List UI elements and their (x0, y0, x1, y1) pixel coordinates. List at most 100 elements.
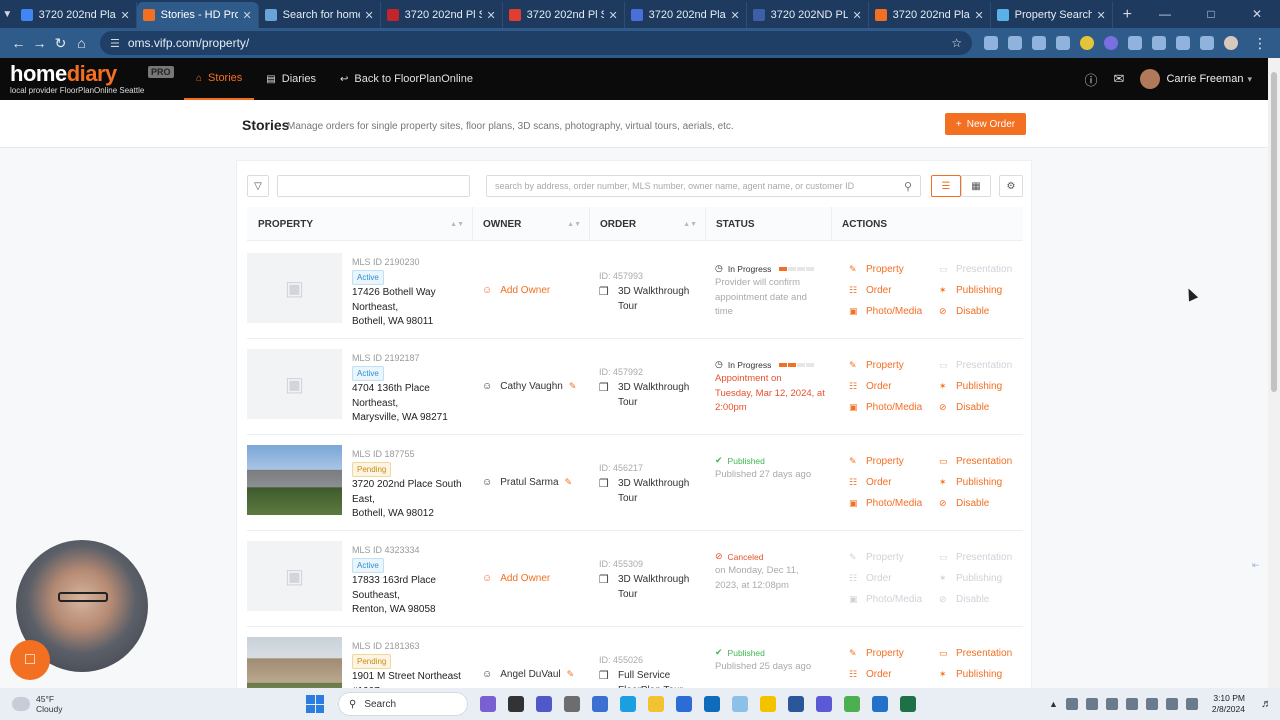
app-icon[interactable] (816, 696, 832, 712)
browser-tab[interactable]: 3720 202nd Place Sou✕ (869, 2, 991, 28)
edit-pencil-icon[interactable]: ✎ (565, 477, 573, 488)
publishing-action[interactable]: ✶ Publishing (939, 669, 1002, 680)
grid-view-button[interactable]: ▦ (961, 175, 991, 197)
photo-media-action[interactable]: ▣ Photo/Media (849, 498, 922, 509)
browser-tab[interactable]: 3720 202nd Place Se✕ (625, 2, 747, 28)
mail-icon[interactable] (704, 696, 720, 712)
publishing-action[interactable]: ✶ Publishing (939, 381, 1002, 392)
property-address[interactable]: 3720 202nd Place South East, Bothell, WA… (352, 478, 467, 522)
edit-pencil-icon[interactable]: ✎ (569, 381, 577, 392)
tray-chevron-icon[interactable]: ▲ (1049, 699, 1058, 709)
download-icon[interactable] (1176, 36, 1190, 50)
excel-icon[interactable] (900, 696, 916, 712)
word-icon[interactable] (788, 696, 804, 712)
volume-icon[interactable] (1185, 698, 1198, 710)
back-arrow-icon[interactable]: ← (8, 35, 29, 51)
weather-widget[interactable]: 45°F Cloudy (0, 694, 200, 714)
property-address[interactable]: 17426 Bothell Way Northeast, Bothell, WA… (352, 286, 467, 330)
tray-app-icon[interactable] (1065, 698, 1078, 710)
column-header-property[interactable]: PROPERTY ▲▼ (258, 207, 472, 241)
browser-tab[interactable]: 3720 202nd Pl SE, Bo✕ (503, 2, 625, 28)
tab-close-icon[interactable]: ✕ (608, 9, 617, 22)
chat-widget-button[interactable]: □ (10, 640, 50, 680)
photo-media-action[interactable]: ▣ Photo/Media (849, 402, 922, 413)
wifi-icon[interactable] (1165, 698, 1178, 710)
extensions-puzzle-icon[interactable] (1128, 36, 1142, 50)
windows-start-icon[interactable] (306, 695, 324, 713)
presentation-action[interactable]: ▭ Presentation (939, 552, 1012, 563)
property-address[interactable]: 4704 136th Place Northeast, Marysville, … (352, 382, 467, 426)
property-action[interactable]: ✎ Property (849, 456, 904, 467)
publishing-action[interactable]: ✶ Publishing (939, 573, 1002, 584)
publishing-action[interactable]: ✶ Publishing (939, 477, 1002, 488)
extension-gear-icon[interactable] (1104, 36, 1118, 50)
maximize-icon[interactable]: □ (1188, 7, 1234, 21)
extension-zillow-icon[interactable] (1008, 36, 1022, 50)
photos-icon[interactable] (732, 696, 748, 712)
reload-icon[interactable]: ↻ (50, 35, 71, 52)
presentation-action[interactable]: ▭ Presentation (939, 264, 1012, 275)
list-view-button[interactable]: ☰ (931, 175, 961, 197)
task-view-icon[interactable] (508, 696, 524, 712)
property-address[interactable]: 17833 163rd Place Southeast, Renton, WA … (352, 574, 467, 618)
tray-app-icon[interactable] (1085, 698, 1098, 710)
clock[interactable]: 3:10 PM 2/8/2024 (1212, 693, 1245, 715)
tab-list-chevron-icon[interactable]: ▼ (0, 0, 15, 28)
calculator-icon[interactable] (564, 696, 580, 712)
chrome-icon[interactable] (844, 696, 860, 712)
extension-pen-icon[interactable] (984, 36, 998, 50)
browser-tab[interactable]: Search for homes - Jo✕ (259, 2, 381, 28)
disable-action[interactable]: ⊘ Disable (939, 306, 989, 317)
new-tab-button[interactable]: + (1113, 2, 1142, 28)
disable-action[interactable]: ⊘ Disable (939, 498, 989, 509)
property-thumbnail[interactable]: ▣ (247, 541, 342, 611)
homediary-logo[interactable]: homediary PRO local provider FloorPlanOn… (0, 58, 180, 100)
presentation-action[interactable]: ▭ Presentation (939, 648, 1012, 659)
order-action[interactable]: ☷ Order (849, 573, 892, 584)
browser-menu-icon[interactable]: ⋮ (1248, 35, 1272, 52)
order-action[interactable]: ☷ Order (849, 285, 892, 296)
user-menu[interactable]: Carrie Freeman ▾ (1140, 69, 1252, 89)
notification-bell-icon[interactable]: ♬ (1261, 698, 1272, 710)
page-scrollbar[interactable] (1268, 58, 1280, 688)
help-icon[interactable]: ⓘ (1085, 70, 1098, 89)
presentation-action[interactable]: ▭ Presentation (939, 360, 1012, 371)
tab-close-icon[interactable]: ✕ (1096, 9, 1105, 22)
profile-avatar-icon[interactable] (1224, 36, 1238, 50)
sidebar-icon[interactable] (1200, 36, 1214, 50)
tab-close-icon[interactable]: ✕ (364, 9, 373, 22)
sticky-notes-icon[interactable] (760, 696, 776, 712)
browser-tab[interactable]: Property Search - Wi✕ (991, 2, 1113, 28)
copilot-icon[interactable] (480, 696, 496, 712)
disable-action[interactable]: ⊘ Disable (939, 402, 989, 413)
tab-close-icon[interactable]: ✕ (486, 9, 495, 22)
property-action[interactable]: ✎ Property (849, 648, 904, 659)
property-thumbnail[interactable] (247, 445, 342, 515)
tab-close-icon[interactable]: ✕ (730, 9, 739, 22)
tab-close-icon[interactable]: ✕ (120, 9, 129, 22)
browser-tab[interactable]: 3720 202nd Place Sou✕ (15, 2, 137, 28)
property-action[interactable]: ✎ Property (849, 264, 904, 275)
browser-tab[interactable]: Stories - HD Pro ✕ (136, 2, 259, 28)
tab-close-icon[interactable]: ✕ (242, 9, 251, 22)
order-action[interactable]: ☷ Order (849, 381, 892, 392)
announcements-icon[interactable]: ✉ (1114, 71, 1125, 87)
presentation-action[interactable]: ▭ Presentation (939, 456, 1012, 467)
taskbar-search[interactable]: ⚲ Search (338, 692, 468, 716)
tray-app-icon[interactable] (1125, 698, 1138, 710)
search-icon[interactable]: ⚲ (904, 180, 912, 193)
settings-button[interactable]: ⚙ (999, 175, 1023, 197)
property-thumbnail[interactable]: ▣ (247, 349, 342, 419)
browser-tab[interactable]: 3720 202nd Pl SE, Bo✕ (381, 2, 503, 28)
owner-name[interactable]: ☺ Cathy Vaughn ✎ (482, 381, 576, 392)
nav-item-stories[interactable]: ⌂ Stories (184, 58, 255, 100)
tab-close-icon[interactable]: ✕ (974, 9, 983, 22)
publishing-action[interactable]: ✶ Publishing (939, 285, 1002, 296)
media-icon[interactable] (1152, 36, 1166, 50)
property-action[interactable]: ✎ Property (849, 360, 904, 371)
add-owner-button[interactable]: ☺ Add Owner (482, 573, 550, 584)
edit-pencil-icon[interactable]: ✎ (567, 669, 575, 680)
close-window-icon[interactable]: ✕ (1234, 7, 1280, 21)
tray-app-icon[interactable] (1145, 698, 1158, 710)
nav-item-back[interactable]: ↩ Back to FloorPlanOnline (328, 58, 485, 100)
